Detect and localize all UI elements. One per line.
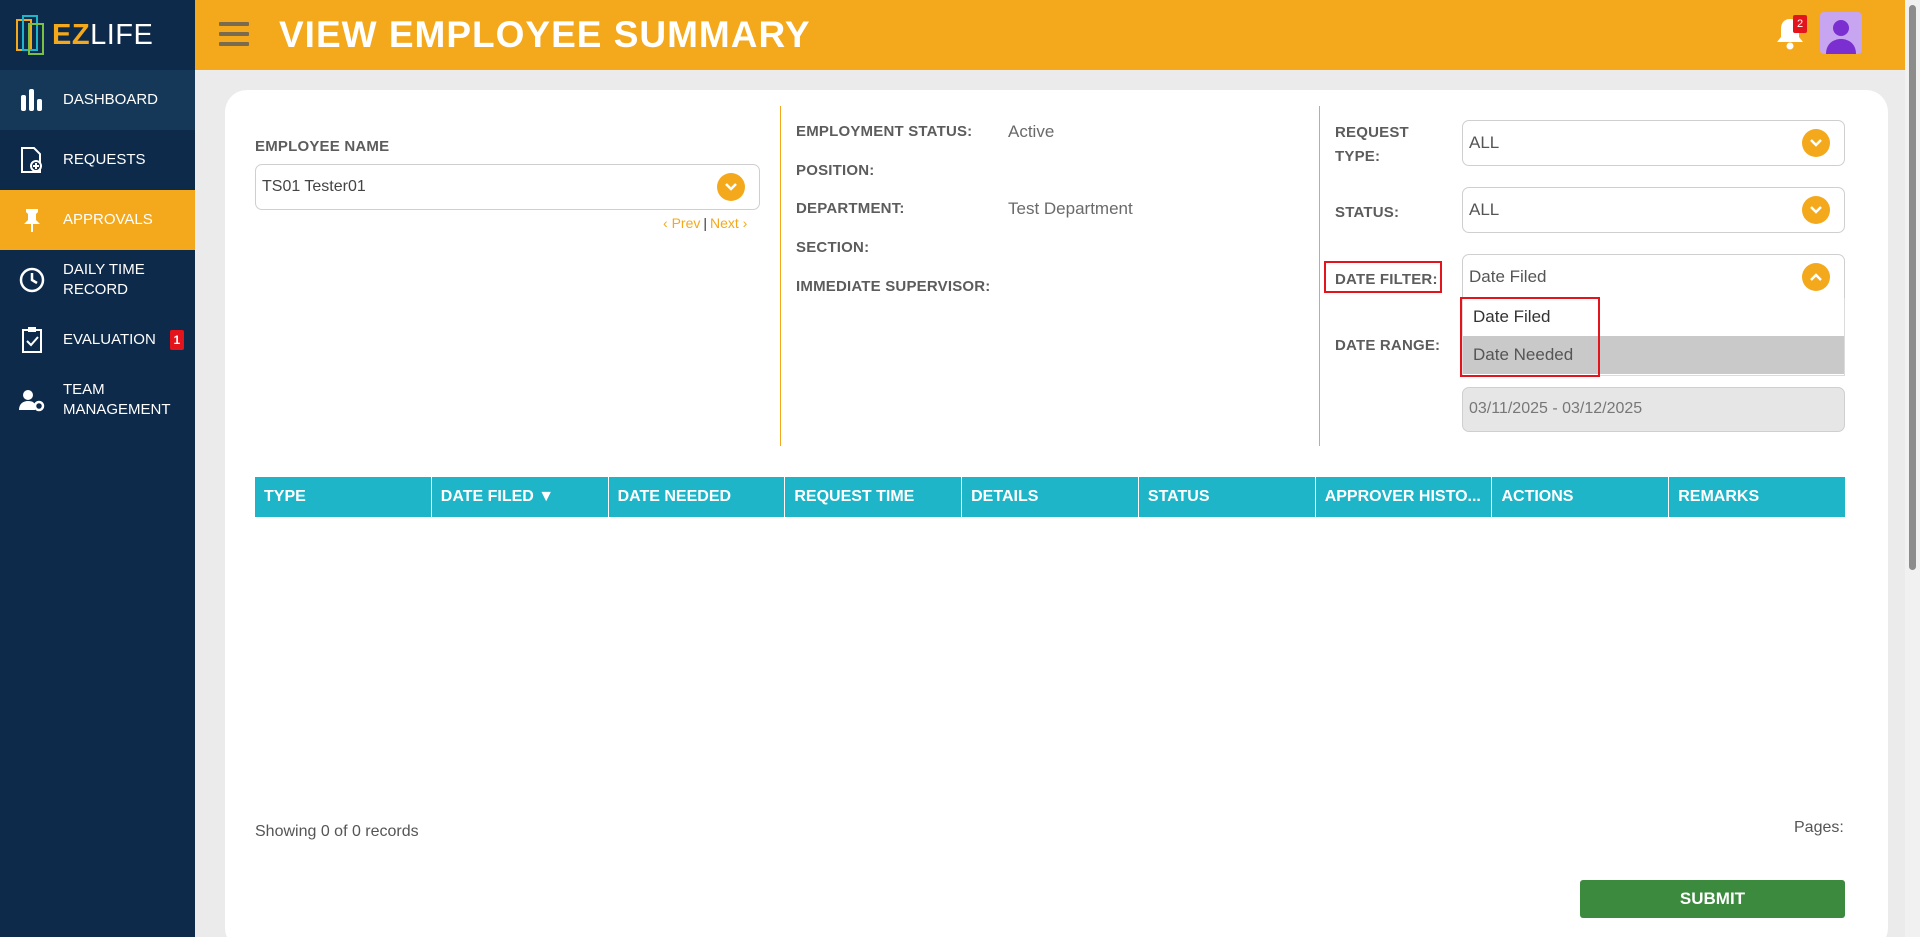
date-range-label: DATE RANGE: <box>1335 337 1441 354</box>
date-filter-select[interactable]: Date Filed <box>1462 254 1845 300</box>
sidebar-item-label: APPROVALS <box>63 211 153 228</box>
employee-name-label: EMPLOYEE NAME <box>255 138 390 155</box>
sidebar-item-evaluation[interactable]: EVALUATION 1 <box>0 310 195 370</box>
column-header-actions[interactable]: ACTIONS <box>1492 477 1670 517</box>
submit-button[interactable]: SUBMIT <box>1580 880 1845 918</box>
date-filter-value: Date Filed <box>1469 267 1547 286</box>
logo[interactable]: EZLIFE <box>0 0 195 70</box>
date-filter-label: DATE FILTER: <box>1335 271 1438 288</box>
next-link[interactable]: Next › <box>710 215 747 231</box>
request-type-select[interactable]: ALL <box>1462 120 1845 166</box>
column-header-approver-history[interactable]: APPROVER HISTO... <box>1316 477 1493 517</box>
clock-icon <box>18 266 46 294</box>
bar-chart-icon <box>18 86 46 114</box>
checklist-icon <box>18 326 46 354</box>
status-label: STATUS: <box>1335 204 1400 221</box>
sidebar-item-team-management[interactable]: TEAM MANAGEMENT <box>0 370 195 430</box>
column-header-details[interactable]: DETAILS <box>962 477 1139 517</box>
date-range-value: 03/11/2025 - 03/12/2025 <box>1469 400 1643 417</box>
divider-left <box>780 106 781 446</box>
prev-link[interactable]: ‹ Prev <box>663 215 700 231</box>
column-header-date-needed[interactable]: DATE NEEDED <box>609 477 786 517</box>
request-type-value: ALL <box>1469 133 1500 152</box>
department-value: Test Department <box>1008 199 1133 218</box>
divider-right <box>1319 106 1320 446</box>
employment-status-value: Active <box>1008 122 1055 141</box>
avatar[interactable] <box>1820 12 1862 54</box>
evaluation-badge: 1 <box>169 330 184 350</box>
request-doc-icon <box>18 146 46 174</box>
logo-ez: EZ <box>52 18 91 51</box>
immediate-supervisor-label: IMMEDIATE SUPERVISOR: <box>796 278 991 295</box>
request-type-label-line2: TYPE: <box>1335 148 1381 165</box>
date-range-input[interactable]: 03/11/2025 - 03/12/2025 <box>1462 387 1845 432</box>
sidebar-item-label: TEAM MANAGEMENT <box>63 381 171 418</box>
chevron-down-icon <box>717 173 745 201</box>
pages-label: Pages: <box>1794 819 1844 836</box>
column-header-remarks[interactable]: REMARKS <box>1669 477 1845 517</box>
chevron-down-icon <box>1802 129 1830 157</box>
hamburger-menu-icon[interactable] <box>219 22 249 48</box>
sidebar-item-requests[interactable]: REQUESTS <box>0 130 195 190</box>
section-label: SECTION: <box>796 239 870 256</box>
sidebar-item-daily-time-record[interactable]: DAILY TIME RECORD <box>0 250 195 310</box>
notification-badge: 2 <box>1793 15 1807 33</box>
sidebar-item-label: EVALUATION <box>63 331 156 348</box>
requests-table-header: TYPE DATE FILED ▼ DATE NEEDED REQUEST TI… <box>255 477 1845 517</box>
position-label: POSITION: <box>796 162 875 179</box>
employee-name-select[interactable]: TS01 Tester01 <box>255 164 760 210</box>
employment-status-label: EMPLOYMENT STATUS: <box>796 123 973 140</box>
prev-next-nav: ‹ Prev | Next › <box>663 215 747 231</box>
pin-icon <box>18 206 46 234</box>
top-header: VIEW EMPLOYEE SUMMARY 2 <box>195 0 1920 70</box>
page-title: VIEW EMPLOYEE SUMMARY <box>279 14 811 55</box>
logo-mark-icon <box>14 10 48 60</box>
prev-next-separator: | <box>703 215 707 231</box>
sidebar-item-label: DAILY TIME RECORD <box>63 261 145 298</box>
sidebar-item-approvals[interactable]: APPROVALS <box>0 190 195 250</box>
chevron-down-icon <box>1802 196 1830 224</box>
sidebar-item-label: DASHBOARD <box>63 91 159 108</box>
status-value: ALL <box>1469 200 1500 219</box>
logo-life: LIFE <box>90 18 154 51</box>
records-count: Showing 0 of 0 records <box>255 823 419 840</box>
department-label: DEPARTMENT: <box>796 200 905 217</box>
scrollbar-thumb[interactable] <box>1909 5 1916 570</box>
user-gear-icon <box>18 386 46 414</box>
column-header-request-time[interactable]: REQUEST TIME <box>785 477 963 517</box>
chevron-up-icon <box>1802 263 1830 291</box>
column-header-type[interactable]: TYPE <box>255 477 432 517</box>
sidebar-item-dashboard[interactable]: DASHBOARD <box>0 70 195 130</box>
sidebar-item-label: REQUESTS <box>63 151 146 168</box>
request-type-label-line1: REQUEST <box>1335 124 1409 141</box>
dropdown-options-highlight <box>1460 297 1600 377</box>
status-select[interactable]: ALL <box>1462 187 1845 233</box>
column-header-status[interactable]: STATUS <box>1139 477 1316 517</box>
scrollbar[interactable] <box>1905 0 1920 937</box>
sidebar: EZLIFE DASHBOARD REQUESTS APPROVALS DAIL… <box>0 0 195 937</box>
employee-name-value: TS01 Tester01 <box>262 178 366 195</box>
column-header-date-filed[interactable]: DATE FILED ▼ <box>432 477 609 517</box>
